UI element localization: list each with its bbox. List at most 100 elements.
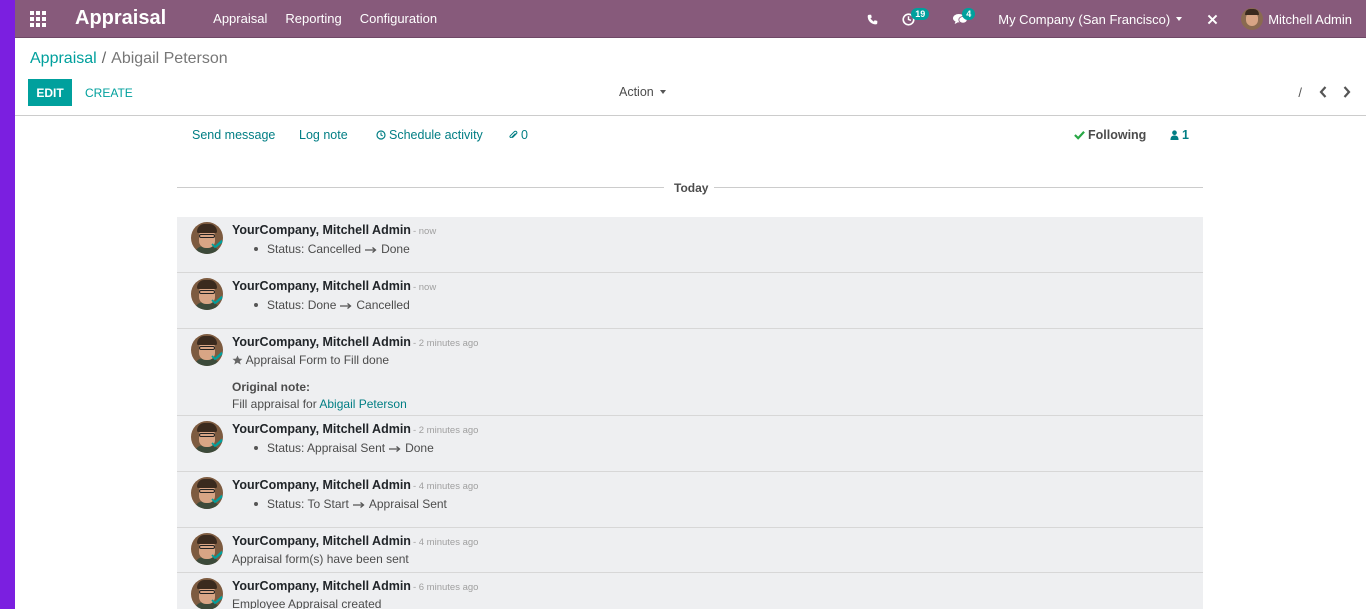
arrow-right-icon	[340, 302, 352, 309]
tracking-value: Status: Appraisal Sent Done	[232, 441, 1203, 455]
user-avatar	[1241, 8, 1264, 30]
arrow-right-icon	[389, 445, 401, 452]
message-body: Appraisal form(s) have been sent	[232, 552, 409, 566]
message-item: YourCompany, Mitchell Admin - 6 minutes a…	[177, 573, 1203, 609]
sent-check-icon	[211, 494, 223, 504]
edit-button[interactable]: EDIT	[28, 79, 72, 106]
original-note-text: Fill appraisal for Abigail Peterson	[232, 397, 1203, 411]
message-date: - 2 minutes ago	[412, 338, 479, 349]
sent-check-icon	[211, 438, 223, 448]
chevron-right-icon	[1343, 86, 1351, 98]
action-label: Action	[619, 85, 654, 99]
tracking-value: Status: Cancelled Done	[232, 242, 1203, 256]
activity-done-text: Appraisal Form to Fill done	[232, 353, 1203, 367]
tracking-value: Status: Done Cancelled	[232, 298, 1203, 312]
messages-chat-icon[interactable]: 4	[941, 0, 980, 38]
company-switcher[interactable]: My Company (San Francisco)	[986, 12, 1194, 27]
activity-badge: 19	[911, 8, 930, 20]
breadcrumb-separator: /	[101, 50, 107, 67]
followers-count: 1	[1182, 128, 1189, 142]
phone-icon[interactable]	[855, 0, 890, 38]
tracking-new-value: Cancelled	[356, 298, 410, 312]
message-author[interactable]: YourCompany, Mitchell Admin	[232, 478, 411, 492]
company-name: My Company (San Francisco)	[998, 11, 1171, 27]
author-avatar[interactable]	[191, 533, 223, 565]
message-item: YourCompany, Mitchell Admin - 2 minutes a…	[177, 329, 1203, 416]
message-author[interactable]: YourCompany, Mitchell Admin	[232, 223, 411, 237]
chevron-down-icon	[1176, 17, 1183, 21]
followers-button[interactable]: 1	[1170, 128, 1189, 142]
pager-next-button[interactable]	[1338, 82, 1356, 102]
apps-menu-icon[interactable]	[15, 0, 61, 38]
message-item: YourCompany, Mitchell Admin - now Status:…	[177, 273, 1203, 329]
send-message-button[interactable]: Send message	[192, 128, 275, 142]
tracking-field: Status:	[267, 441, 305, 455]
message-author[interactable]: YourCompany, Mitchell Admin	[232, 579, 411, 593]
arrow-right-icon	[365, 246, 377, 253]
tracking-value: Status: To Start Appraisal Sent	[232, 497, 1203, 511]
paperclip-icon	[509, 130, 518, 138]
breadcrumb-parent[interactable]: Appraisal	[30, 50, 97, 67]
breadcrumb: Appraisal / Abigail Peterson	[30, 50, 228, 68]
sent-check-icon	[211, 595, 223, 605]
tracking-field: Status:	[267, 497, 305, 511]
author-avatar[interactable]	[191, 334, 223, 366]
arrow-right-icon	[352, 501, 365, 508]
author-avatar[interactable]	[191, 421, 223, 453]
activity-name: Appraisal Form to Fill done	[245, 353, 390, 367]
author-avatar[interactable]	[191, 477, 223, 509]
message-date: - 4 minutes ago	[412, 537, 479, 548]
pager-previous-button[interactable]	[1314, 82, 1332, 102]
control-panel: Appraisal / Abigail Peterson EDIT CREATE A…	[15, 38, 1366, 116]
sent-check-icon	[211, 239, 223, 249]
date-divider: Today	[177, 174, 1203, 204]
clock-icon	[376, 130, 386, 140]
action-dropdown[interactable]: Action	[619, 85, 666, 99]
employee-link[interactable]: Abigail Peterson	[319, 397, 406, 411]
app-window: Appraisal Appraisal Reporting Configurat…	[15, 0, 1366, 609]
schedule-activity-label: Schedule activity	[389, 128, 483, 142]
message-item: YourCompany, Mitchell Admin - 2 minutes a…	[177, 416, 1203, 472]
message-body: Employee Appraisal created	[232, 597, 382, 609]
message-author[interactable]: YourCompany, Mitchell Admin	[232, 534, 411, 548]
attachments-button[interactable]: 0	[508, 128, 528, 142]
pager: /	[1298, 82, 1356, 102]
message-author[interactable]: YourCompany, Mitchell Admin	[232, 422, 411, 436]
tracking-old-value: Done	[307, 298, 337, 312]
message-list: YourCompany, Mitchell Admin - now Status:…	[177, 217, 1203, 609]
activity-clock-icon[interactable]: 19	[890, 0, 930, 38]
sent-check-icon	[211, 351, 223, 361]
date-divider-label: Today	[674, 181, 709, 195]
message-author[interactable]: YourCompany, Mitchell Admin	[232, 335, 411, 349]
star-icon	[232, 355, 243, 365]
top-navbar: Appraisal Appraisal Reporting Configurat…	[15, 0, 1366, 38]
create-button[interactable]: CREATE	[78, 79, 140, 106]
original-note-label: Original note:	[232, 380, 310, 394]
tracking-old-value: To Start	[307, 497, 349, 511]
original-note-body: Fill appraisal for	[232, 397, 317, 411]
pager-value[interactable]: /	[1298, 85, 1302, 100]
debug-tools-icon[interactable]	[1194, 0, 1231, 38]
tracking-field: Status:	[267, 298, 305, 312]
log-note-button[interactable]: Log note	[299, 128, 348, 142]
sent-check-icon	[211, 550, 223, 560]
author-avatar[interactable]	[191, 278, 223, 310]
app-brand[interactable]: Appraisal	[61, 7, 180, 30]
following-button[interactable]: Following	[1074, 128, 1146, 142]
message-item: YourCompany, Mitchell Admin - now Status:…	[177, 217, 1203, 273]
tracking-old-value: Cancelled	[307, 242, 362, 256]
author-avatar[interactable]	[191, 222, 223, 254]
tracking-new-value: Done	[405, 441, 434, 455]
tracking-old-value: Appraisal Sent	[307, 441, 386, 455]
menu-configuration[interactable]: Configuration	[351, 11, 446, 26]
message-author[interactable]: YourCompany, Mitchell Admin	[232, 279, 411, 293]
menu-reporting[interactable]: Reporting	[276, 11, 350, 26]
message-date: - 4 minutes ago	[412, 481, 479, 492]
message-date: - now	[412, 226, 437, 237]
menu-appraisal[interactable]: Appraisal	[204, 11, 276, 26]
message-item: YourCompany, Mitchell Admin - 4 minutes a…	[177, 472, 1203, 528]
user-menu[interactable]: Mitchell Admin	[1231, 8, 1366, 30]
tracking-new-value: Appraisal Sent	[368, 497, 447, 511]
schedule-activity-button[interactable]: Schedule activity	[376, 128, 483, 142]
user-icon	[1170, 130, 1179, 140]
